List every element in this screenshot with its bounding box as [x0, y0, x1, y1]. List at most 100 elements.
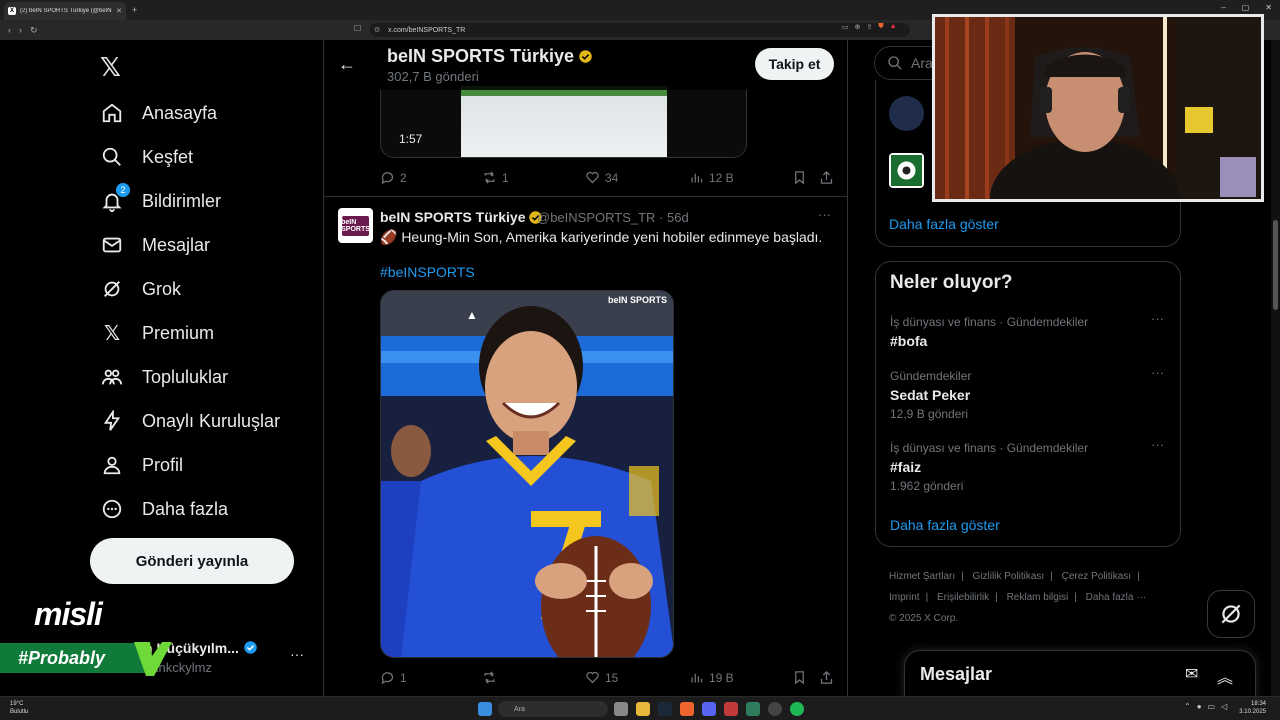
nav-item-profile[interactable]: Profil: [100, 450, 183, 480]
reload-icon[interactable]: ↻: [30, 25, 38, 36]
video-duration: 1:57: [399, 132, 423, 146]
trend-item[interactable]: Gündemdekiler Sedat Peker 12,9 B gönderi…: [890, 365, 1170, 421]
more-dots-icon[interactable]: ···: [1151, 365, 1164, 380]
reply-button[interactable]: 2: [380, 170, 407, 185]
tweet-photo[interactable]: beIN SPORTS: [380, 290, 674, 658]
minimize-button[interactable]: –: [1221, 3, 1225, 12]
screenshot-icon[interactable]: ▭: [842, 23, 849, 31]
messages-drawer[interactable]: Mesajlar ✉ ︽: [904, 650, 1256, 698]
tweet-hashtag[interactable]: #beINSPORTS: [380, 264, 475, 280]
views-button[interactable]: 19 B: [689, 670, 734, 685]
nav-item-communities[interactable]: Topluluklar: [100, 362, 228, 392]
post-button[interactable]: Gönderi yayınla: [90, 538, 294, 584]
footer-link[interactable]: Erişilebilirlik: [937, 592, 989, 603]
maximize-button[interactable]: ▢: [1242, 3, 1250, 12]
zoom-icon[interactable]: ⊕: [855, 23, 861, 31]
show-more-link[interactable]: Daha fazla göster: [890, 517, 1000, 533]
nav-item-verified-orgs[interactable]: Onaylı Kuruluşlar: [100, 406, 280, 436]
tweet-author[interactable]: beIN SPORTS Türkiye: [380, 209, 543, 225]
warning-icon[interactable]: ▲: [890, 23, 897, 31]
views-button[interactable]: 12 B: [689, 170, 734, 185]
share-button[interactable]: [819, 170, 834, 185]
volume-icon[interactable]: ◁: [1221, 702, 1227, 711]
nav-item-explore[interactable]: Keşfet: [100, 142, 193, 172]
grok-button[interactable]: [1207, 590, 1255, 638]
bookmark-button[interactable]: [792, 670, 807, 685]
start-icon[interactable]: [478, 702, 492, 716]
forward-nav-icon[interactable]: ›: [19, 25, 22, 35]
taskbar-clock[interactable]: 18:34 3.10.2025: [1239, 700, 1266, 716]
tweet-handle-time[interactable]: @beINSPORTS_TR · 56d: [537, 210, 689, 225]
new-message-icon[interactable]: ✉: [1185, 664, 1198, 684]
nav-label: Topluluklar: [142, 366, 229, 387]
spotify-icon[interactable]: [790, 702, 804, 716]
bookmark-button[interactable]: [792, 170, 807, 185]
show-more-link[interactable]: Daha fazla göster: [889, 216, 999, 232]
footer-link[interactable]: Çerez Politikası: [1062, 571, 1131, 582]
footer-link[interactable]: Reklam bilgisi: [1007, 592, 1069, 603]
footer-link[interactable]: Gizlilik Politikası: [973, 571, 1045, 582]
app-icon[interactable]: [746, 702, 760, 716]
shield-icon[interactable]: ⛊: [878, 23, 883, 31]
footer-link[interactable]: Imprint: [889, 592, 920, 603]
scrollbar-thumb[interactable]: [1273, 220, 1278, 310]
photo-watermark: beIN SPORTS: [607, 295, 667, 305]
more-dots-icon[interactable]: ···: [290, 646, 304, 662]
trend-item[interactable]: İş dünyası ve finans · Gündemdekiler #bo…: [890, 311, 1170, 349]
bookmark-page-icon[interactable]: ☐: [354, 24, 361, 33]
suggested-avatar[interactable]: [889, 96, 924, 131]
close-window-button[interactable]: ✕: [1265, 3, 1272, 12]
browser-tab[interactable]: X (2) beIN SPORTS Türkiye (@beIN ✕: [4, 2, 126, 20]
more-circle-icon: [100, 497, 124, 521]
expand-icon[interactable]: ︽: [1217, 664, 1233, 688]
site-info-icon[interactable]: ⚙: [374, 26, 380, 34]
like-button[interactable]: 15: [585, 670, 618, 685]
mic-icon[interactable]: ●: [1197, 702, 1202, 711]
trend-item[interactable]: İş dünyası ve finans · Gündemdekiler #fa…: [890, 437, 1170, 493]
nav-item-more[interactable]: Daha fazla: [100, 494, 228, 524]
share-icon[interactable]: ⇪: [867, 23, 873, 31]
brave-icon[interactable]: [680, 702, 694, 716]
more-dots-icon[interactable]: ···: [1151, 437, 1164, 452]
footer-link[interactable]: Daha fazla ···: [1086, 592, 1147, 603]
url-field[interactable]: ⚙ x.com/beINSPORTS_TR: [370, 23, 910, 37]
footer-link[interactable]: Hizmet Şartları: [889, 571, 955, 582]
more-dots-icon[interactable]: ···: [1151, 311, 1164, 326]
discord-icon[interactable]: [702, 702, 716, 716]
page-scrollbar[interactable]: [1271, 40, 1280, 696]
chevron-up-icon[interactable]: ⌃: [1184, 702, 1191, 711]
share-icon: [820, 670, 833, 684]
network-icon[interactable]: ▭: [1208, 702, 1216, 711]
close-tab-icon[interactable]: ✕: [116, 7, 122, 15]
tab-title: (2) beIN SPORTS Türkiye (@beIN: [20, 8, 112, 14]
tweet-avatar[interactable]: beIN SPORTS: [338, 208, 373, 243]
share-button[interactable]: [819, 670, 834, 685]
nav-item-home[interactable]: Anasayfa: [100, 98, 217, 128]
back-nav-icon[interactable]: ‹: [8, 25, 11, 35]
task-view-icon[interactable]: [614, 702, 628, 716]
follow-button[interactable]: Takip et: [755, 48, 834, 80]
new-tab-button[interactable]: +: [132, 5, 137, 15]
video-player[interactable]: 1:57: [380, 86, 747, 158]
nav-item-grok[interactable]: Grok: [100, 274, 181, 304]
retweet-button[interactable]: 1: [482, 170, 509, 185]
steam-icon[interactable]: [658, 702, 672, 716]
nav-item-notifications[interactable]: 2 Bildirimler: [100, 183, 221, 216]
tweet-more-icon[interactable]: ···: [818, 207, 831, 222]
x-logo-icon[interactable]: 𝕏: [100, 52, 121, 83]
reply-icon: [381, 672, 394, 685]
retweet-button[interactable]: [482, 670, 502, 685]
obs-icon[interactable]: [768, 702, 782, 716]
suggested-avatar[interactable]: [889, 153, 924, 188]
like-button[interactable]: 34: [585, 170, 618, 185]
back-arrow-icon[interactable]: ←: [338, 54, 356, 75]
nav-item-premium[interactable]: 𝕏 Premium: [100, 318, 214, 348]
reply-button[interactable]: 1: [380, 670, 407, 685]
taskbar-search[interactable]: Ara: [498, 701, 608, 717]
weather-widget[interactable]: 19°C Bulutlu: [10, 700, 28, 716]
envelope-icon: [100, 233, 124, 257]
prev-tweet-actions: 2 1 34 12 B: [380, 170, 835, 190]
nav-item-messages[interactable]: Mesajlar: [100, 230, 210, 260]
file-explorer-icon[interactable]: [636, 702, 650, 716]
app-icon[interactable]: [724, 702, 738, 716]
